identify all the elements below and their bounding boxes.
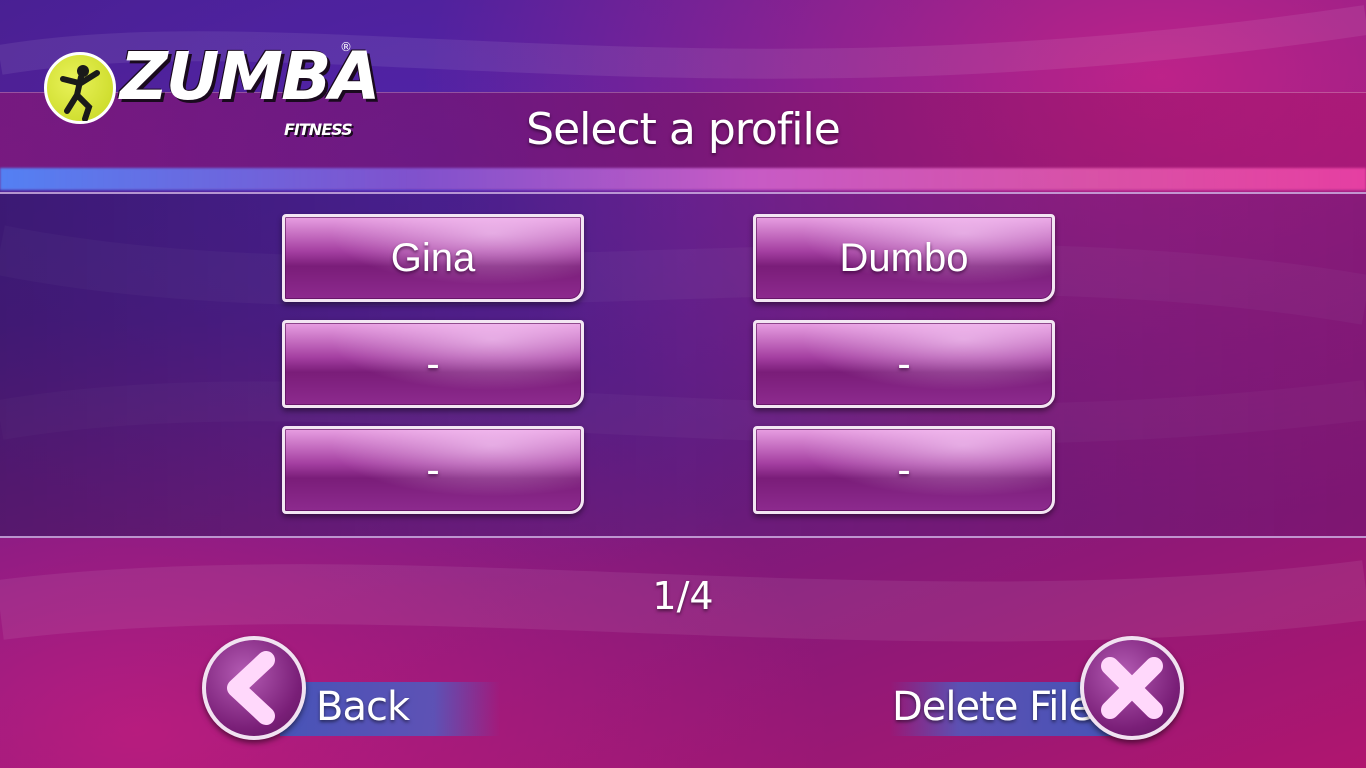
profile-slot-1[interactable]: Gina bbox=[282, 214, 584, 302]
header-glow bbox=[0, 168, 1366, 190]
profile-slot-4[interactable]: - bbox=[753, 320, 1055, 408]
chevron-left-icon bbox=[227, 651, 275, 725]
close-icon bbox=[1101, 657, 1163, 719]
profile-panel bbox=[0, 192, 1366, 538]
delete-files-button[interactable] bbox=[1080, 636, 1184, 740]
page-indicator: 1/4 bbox=[652, 574, 714, 618]
profile-slot-6[interactable]: - bbox=[753, 426, 1055, 514]
back-label[interactable]: Back bbox=[316, 684, 410, 730]
page-title: Select a profile bbox=[526, 104, 841, 155]
delete-files-label[interactable]: Delete Files bbox=[892, 684, 1113, 730]
profile-slot-2[interactable]: Dumbo bbox=[753, 214, 1055, 302]
logo-registered-mark: ® bbox=[340, 40, 352, 54]
profile-slot-3[interactable]: - bbox=[282, 320, 584, 408]
back-button[interactable] bbox=[202, 636, 306, 740]
profile-slot-5[interactable]: - bbox=[282, 426, 584, 514]
